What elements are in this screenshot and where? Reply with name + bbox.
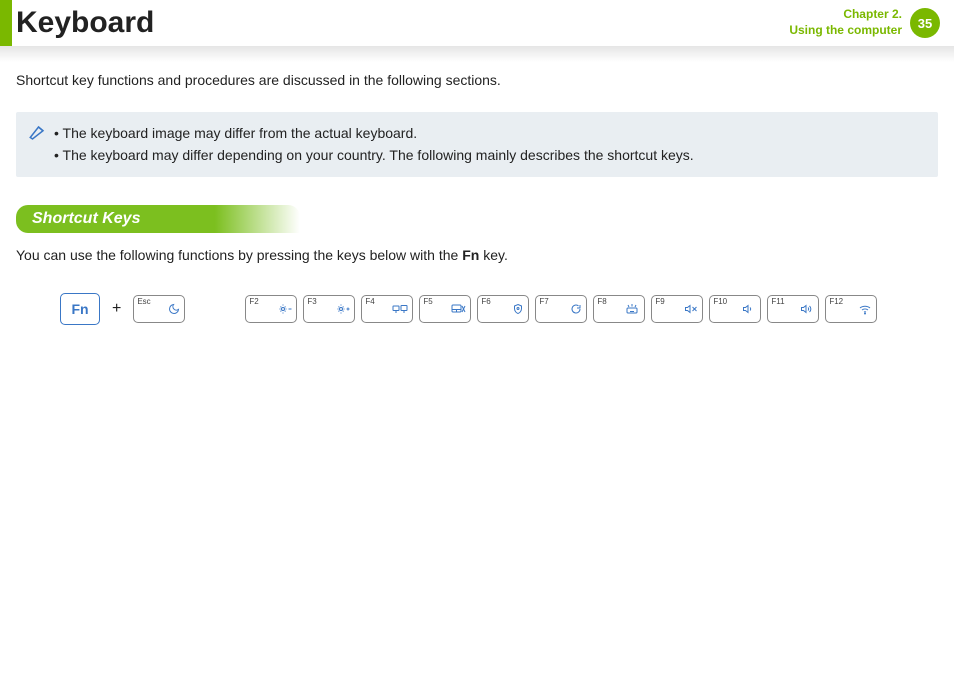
f4-key: F4	[361, 295, 413, 323]
f12-label: F12	[829, 297, 843, 306]
page-header: Keyboard Chapter 2. Using the computer 3…	[0, 0, 954, 46]
desc-bold: Fn	[462, 247, 479, 263]
f6-key: F6	[477, 295, 529, 323]
note-item: The keyboard image may differ from the a…	[54, 122, 694, 144]
keys-row: Fn + Esc F2 F3 F4	[16, 293, 938, 325]
moon-icon	[168, 302, 180, 320]
section-heading-wrap: Shortcut Keys	[16, 205, 938, 233]
chapter-block: Chapter 2. Using the computer 35	[789, 7, 940, 38]
page-title: Keyboard	[16, 6, 154, 40]
note-icon	[28, 124, 46, 147]
chapter-line2: Using the computer	[789, 23, 902, 39]
wifi-icon	[858, 302, 872, 320]
f12-key: F12	[825, 295, 877, 323]
f10-label: F10	[713, 297, 727, 306]
f11-key: F11	[767, 295, 819, 323]
chapter-line1: Chapter 2.	[789, 7, 902, 23]
section-heading: Shortcut Keys	[16, 205, 300, 233]
f8-key: F8	[593, 295, 645, 323]
brightness-down-icon	[278, 302, 292, 320]
header-accent-bar	[0, 0, 12, 46]
note-item: The keyboard may differ depending on you…	[54, 144, 694, 166]
desc-after: key.	[479, 247, 508, 263]
desc-before: You can use the following functions by p…	[16, 247, 462, 263]
f6-label: F6	[481, 297, 490, 306]
intro-text: Shortcut key functions and procedures ar…	[16, 72, 938, 88]
f3-label: F3	[307, 297, 316, 306]
f9-label: F9	[655, 297, 664, 306]
refresh-icon	[570, 302, 582, 320]
display-switch-icon	[392, 302, 408, 320]
f11-label: F11	[771, 297, 784, 306]
shield-icon	[512, 302, 524, 320]
f2-label: F2	[249, 297, 258, 306]
f5-label: F5	[423, 297, 432, 306]
page-number-badge: 35	[910, 8, 940, 38]
esc-key: Esc	[133, 295, 185, 323]
header-left: Keyboard	[0, 0, 154, 46]
mute-icon	[684, 302, 698, 320]
f2-key: F2	[245, 295, 297, 323]
f7-label: F7	[539, 297, 548, 306]
note-box: The keyboard image may differ from the a…	[16, 112, 938, 177]
f3-key: F3	[303, 295, 355, 323]
f7-key: F7	[535, 295, 587, 323]
f9-key: F9	[651, 295, 703, 323]
touchpad-icon	[450, 302, 466, 320]
chapter-text: Chapter 2. Using the computer	[789, 7, 902, 38]
section-desc: You can use the following functions by p…	[16, 247, 938, 263]
f5-key: F5	[419, 295, 471, 323]
keyboard-light-icon	[624, 302, 640, 320]
header-shadow	[0, 46, 954, 62]
note-list: The keyboard image may differ from the a…	[54, 122, 694, 167]
f4-label: F4	[365, 297, 374, 306]
volume-down-icon	[742, 302, 756, 320]
plus-sign: +	[112, 300, 121, 318]
esc-label: Esc	[137, 297, 150, 306]
brightness-up-icon	[336, 302, 350, 320]
f10-key: F10	[709, 295, 761, 323]
volume-up-icon	[800, 302, 814, 320]
fn-key: Fn	[60, 293, 100, 325]
content-area: Shortcut key functions and procedures ar…	[0, 72, 954, 325]
f8-label: F8	[597, 297, 606, 306]
